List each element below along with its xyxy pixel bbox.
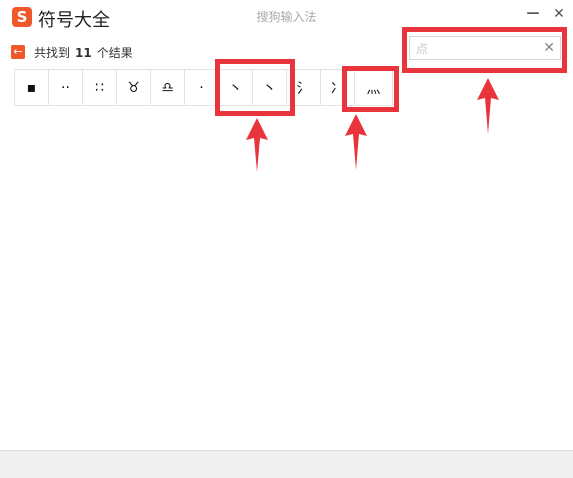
annotation-arrow-icon: [477, 78, 499, 134]
symbol-middle-dot[interactable]: ·: [185, 70, 219, 105]
symbol-four-dots[interactable]: ∷: [83, 70, 117, 105]
window-title: 搜狗输入法: [256, 10, 317, 24]
search-box[interactable]: ✕: [409, 36, 561, 60]
close-button[interactable]: ✕: [551, 5, 567, 23]
search-input[interactable]: [416, 39, 536, 57]
title-bar: S 符号大全 搜狗输入法 — ✕: [0, 0, 573, 34]
symbol-fire-dots[interactable]: 灬: [355, 70, 393, 105]
back-arrow-icon[interactable]: ←: [11, 45, 25, 59]
annotation-arrow-icon: [345, 114, 367, 170]
result-prefix: 共找到: [34, 46, 71, 60]
status-bar: [0, 450, 573, 478]
minimize-button[interactable]: —: [525, 5, 541, 23]
symbol-radical-1[interactable]: 氵: [287, 70, 321, 105]
annotation-arrow-icon: [246, 118, 268, 172]
symbol-loop-1[interactable]: ♉: [117, 70, 151, 105]
result-suffix: 个结果: [96, 46, 133, 60]
symbol-grid: ▪ ·· ∷ ♉ ♎ · 丶丶氵冫灬: [14, 69, 393, 106]
symbol-double-dot[interactable]: ··: [49, 70, 83, 105]
clear-search-icon[interactable]: ✕: [543, 39, 555, 57]
symbol-radical-2[interactable]: 冫: [321, 70, 355, 105]
symbol-stroke-dot-2[interactable]: 丶: [253, 70, 287, 105]
symbol-dot[interactable]: ▪: [15, 70, 49, 105]
symbol-stroke-dot-1[interactable]: 丶: [219, 70, 253, 105]
symbol-loop-2[interactable]: ♎: [151, 70, 185, 105]
result-summary: 共找到 11 个结果: [34, 44, 133, 61]
result-count: 11: [75, 46, 92, 60]
